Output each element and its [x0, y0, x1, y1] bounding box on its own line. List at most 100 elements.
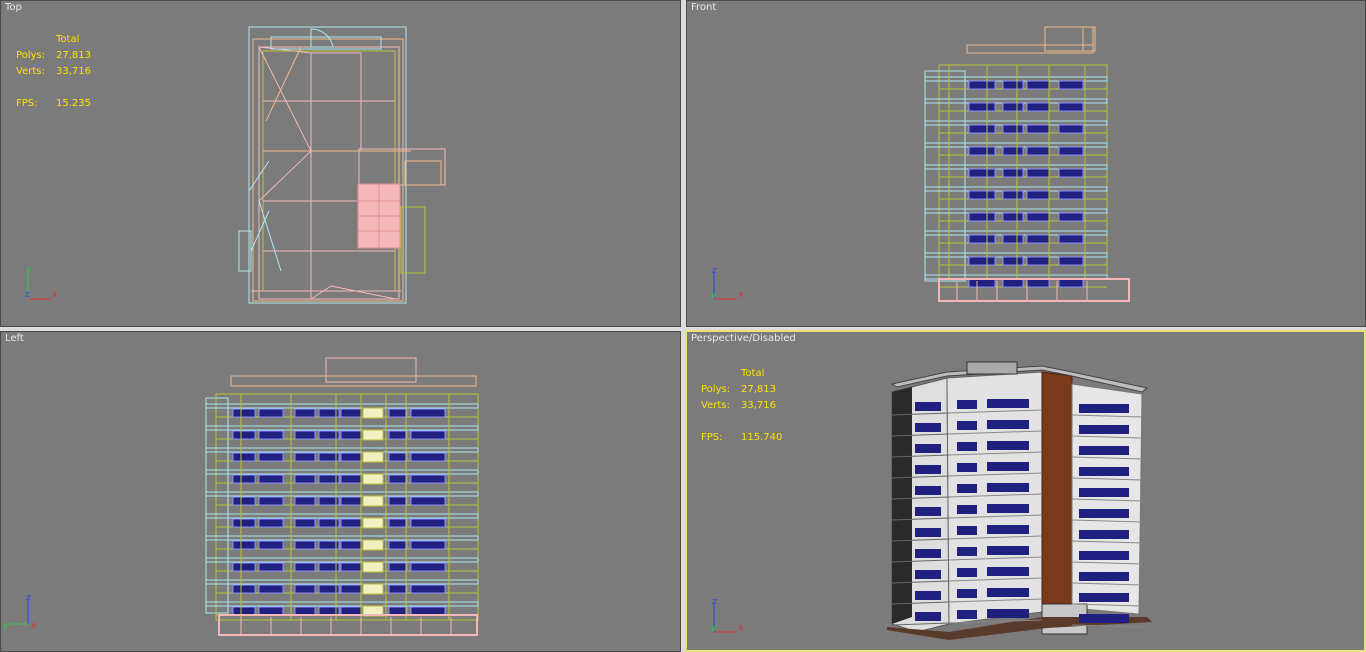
window-mark [1026, 80, 1050, 90]
window-mark [410, 562, 446, 572]
window-mark [968, 102, 996, 112]
window-mark [1079, 425, 1129, 434]
window-mark [294, 562, 316, 572]
window-mark [294, 584, 316, 594]
window-mark [957, 400, 977, 409]
window-mark [340, 430, 362, 440]
window-mark [258, 408, 284, 418]
window-mark [410, 496, 446, 506]
window-mark [1079, 509, 1129, 518]
axis-x-label: x [31, 621, 37, 631]
window-mark [987, 567, 1029, 576]
window-mark [388, 474, 408, 484]
window-mark [388, 430, 408, 440]
axis-tripod: z x y [711, 266, 744, 300]
window-mark [340, 562, 362, 572]
window-mark [987, 399, 1029, 408]
window-mark [957, 484, 977, 493]
window-mark [340, 408, 362, 418]
window-mark [1002, 212, 1024, 222]
window-mark [1002, 124, 1024, 134]
window-mark [1002, 256, 1024, 266]
window-mark [258, 474, 284, 484]
perspective-render [887, 361, 1152, 640]
window-mark [340, 474, 362, 484]
axis-z-label: z [26, 593, 31, 603]
window-mark [1079, 614, 1129, 623]
window-mark [987, 504, 1029, 513]
axis-tripod: y x z [25, 265, 58, 300]
window-mark [410, 540, 446, 550]
window-mark [957, 526, 977, 535]
window-mark [388, 562, 408, 572]
window-mark [258, 430, 284, 440]
window-mark [915, 591, 941, 600]
axis-tripod: z y x [3, 593, 37, 631]
window-mark [232, 540, 256, 550]
window-mark [1058, 146, 1084, 156]
window-mark [1058, 256, 1084, 266]
window-mark [1079, 551, 1129, 560]
window-mark [1058, 190, 1084, 200]
window-mark [340, 496, 362, 506]
axis-y-label: y [3, 621, 9, 631]
axis-z-label: z [712, 266, 717, 276]
axis-x-label: x [52, 290, 58, 300]
axis-z-label: z [25, 290, 30, 300]
window-mark [915, 549, 941, 558]
window-mark [388, 408, 408, 418]
window-mark [1026, 146, 1050, 156]
window-mark [294, 606, 316, 616]
window-mark [410, 606, 446, 616]
viewport-front[interactable]: Front z x y [686, 0, 1366, 327]
window-mark [294, 540, 316, 550]
window-mark [968, 190, 996, 200]
window-mark [915, 423, 941, 432]
window-mark [968, 146, 996, 156]
front-wireframe [924, 26, 1130, 302]
window-mark [258, 540, 284, 550]
window-mark [1002, 80, 1024, 90]
window-mark [294, 496, 316, 506]
window-mark [1026, 102, 1050, 112]
window-mark [340, 452, 362, 462]
window-mark [294, 430, 316, 440]
axis-tripod: z x y [711, 597, 744, 633]
window-mark [968, 234, 996, 244]
window-mark [957, 442, 977, 451]
window-mark [957, 610, 977, 619]
window-mark [232, 518, 256, 528]
window-mark [987, 420, 1029, 429]
window-mark [258, 496, 284, 506]
window-mark [410, 584, 446, 594]
window-mark [1026, 256, 1050, 266]
window-mark [987, 546, 1029, 555]
window-mark [1079, 446, 1129, 455]
window-mark [388, 496, 408, 506]
window-mark [957, 568, 977, 577]
window-mark [1058, 168, 1084, 178]
window-mark [388, 518, 408, 528]
axis-x-label: x [738, 290, 744, 300]
window-mark [1058, 278, 1084, 288]
window-mark [340, 606, 362, 616]
window-mark [915, 402, 941, 411]
window-mark [1079, 572, 1129, 581]
window-mark [294, 452, 316, 462]
viewport-perspective[interactable]: Perspective/Disabled Total Polys: 27,813 … [685, 330, 1366, 652]
window-mark [294, 474, 316, 484]
viewport-left[interactable]: Left z y x [0, 331, 681, 652]
window-mark [258, 584, 284, 594]
window-mark [232, 474, 256, 484]
window-mark [1002, 190, 1024, 200]
window-mark [1079, 404, 1129, 413]
viewport-top[interactable]: Top Total Polys: 27,813 Verts: 33,716 FPS:… [0, 0, 681, 327]
window-mark [232, 606, 256, 616]
top-wireframe [238, 26, 446, 304]
axis-y-label: y [26, 265, 32, 275]
window-mark [1002, 146, 1024, 156]
window-mark [915, 507, 941, 516]
window-mark [294, 518, 316, 528]
window-mark [957, 547, 977, 556]
window-mark [987, 483, 1029, 492]
